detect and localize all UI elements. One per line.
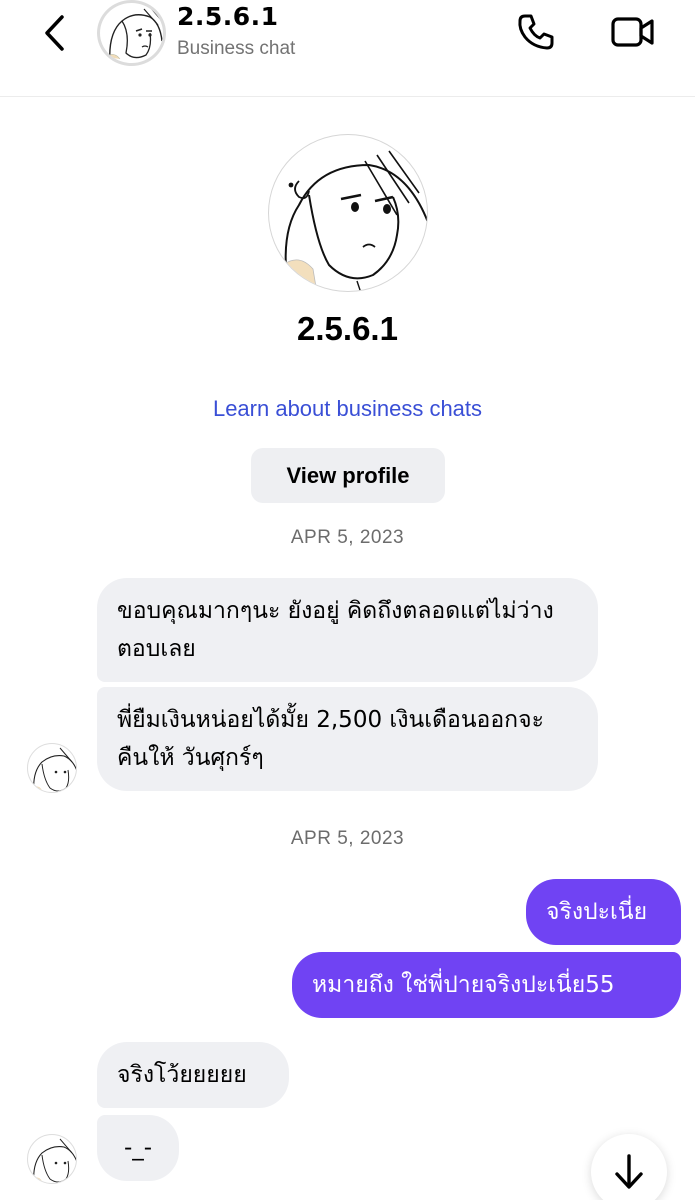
voice-call-button[interactable] [510, 8, 562, 56]
phone-icon [518, 14, 554, 50]
date-separator: APR 5, 2023 [290, 828, 405, 849]
view-profile-button[interactable]: View profile [251, 448, 445, 503]
scroll-to-bottom-button[interactable] [591, 1134, 667, 1200]
incoming-message[interactable]: พี่ยืมเงินหน่อยได้มั้ย 2,500 เงินเดือนออ… [97, 687, 598, 791]
incoming-message[interactable]: ขอบคุณมากๆนะ ยังอยู่ คิดถึงตลอดแต่ไม่ว่า… [97, 578, 598, 682]
chat-header: 2.5.6.1 Business chat [0, 0, 695, 97]
video-call-button[interactable] [605, 8, 661, 56]
incoming-message[interactable]: จริงโว้ยยยยย [97, 1042, 289, 1108]
date-separator: APR 5, 2023 [290, 527, 405, 548]
learn-about-business-chats-link[interactable]: Learn about business chats [0, 396, 695, 422]
profile-avatar[interactable] [268, 134, 428, 292]
sender-avatar[interactable] [27, 1134, 77, 1184]
header-contact-name[interactable]: 2.5.6.1 [177, 2, 279, 31]
arrow-down-icon [615, 1154, 643, 1189]
profile-name: 2.5.6.1 [297, 310, 398, 347]
outgoing-message[interactable]: จริงปะเนี่ย [526, 879, 681, 945]
outgoing-message[interactable]: หมายถึง ใช่พี่ปายจริงปะเนี่ย55 [292, 952, 681, 1018]
video-camera-icon [611, 17, 654, 47]
incoming-message[interactable]: -_- [97, 1115, 179, 1181]
sender-avatar[interactable] [27, 743, 77, 793]
header-avatar[interactable] [97, 0, 166, 66]
header-subtitle: Business chat [177, 38, 296, 59]
back-button[interactable] [30, 10, 80, 56]
back-arrow-icon [45, 15, 64, 51]
